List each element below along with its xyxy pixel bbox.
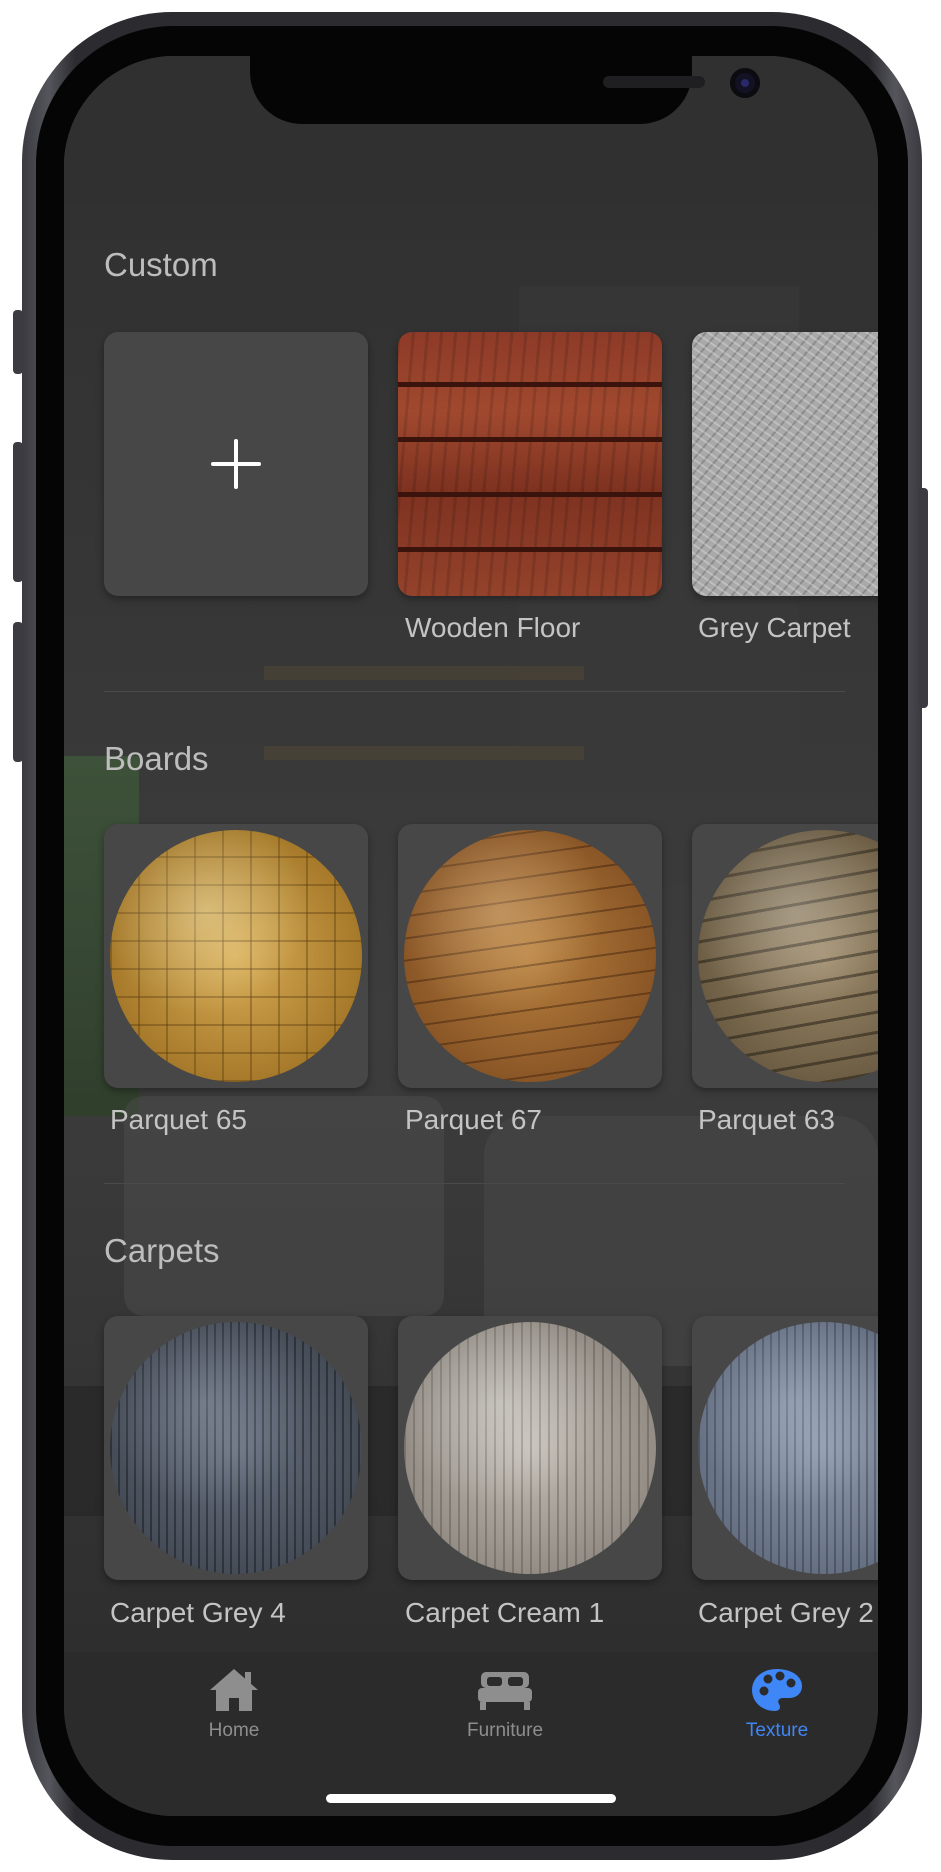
section-divider <box>104 1183 845 1184</box>
tab-label-texture: Texture <box>745 1720 809 1741</box>
texture-label: Wooden Floor <box>405 612 581 643</box>
texture-tile-carpet-grey-2[interactable] <box>692 1316 878 1580</box>
power-button <box>918 488 928 708</box>
texture-label: Carpet Grey 2 <box>698 1597 874 1628</box>
texture-label: Parquet 63 <box>698 1104 835 1135</box>
volume-up-button <box>13 442 23 582</box>
texture-tile-parquet-63[interactable] <box>692 824 878 1088</box>
volume-down-button <box>13 622 23 762</box>
house-icon <box>210 1669 258 1711</box>
texture-label: Carpet Cream 1 <box>405 1597 605 1628</box>
notch <box>250 56 760 124</box>
bed-icon <box>478 1672 532 1710</box>
tab-label-home: Home <box>208 1720 260 1741</box>
texture-tile-parquet-65[interactable] <box>104 824 368 1088</box>
texture-label: Parquet 65 <box>110 1104 247 1135</box>
material-sphere-preview <box>404 830 656 1082</box>
palette-icon <box>752 1669 802 1711</box>
section-title-custom: Custom <box>104 246 218 283</box>
material-sphere-preview <box>110 830 362 1082</box>
texture-tile-carpet-grey-4[interactable] <box>104 1316 368 1580</box>
texture-label: Carpet Grey 4 <box>110 1597 286 1628</box>
add-texture-button[interactable] <box>104 332 368 596</box>
tab-bar: Home Furniture Texture <box>64 1652 878 1816</box>
material-sphere-preview <box>110 1322 362 1574</box>
texture-tile-grey-carpet[interactable] <box>692 332 878 596</box>
section-title-boards: Boards <box>104 740 209 777</box>
section-title-carpets: Carpets <box>104 1232 220 1269</box>
front-camera <box>730 68 760 98</box>
plus-icon <box>211 439 261 489</box>
app-screen: Custom Wooden Floor Grey Carpet Boards P… <box>64 56 878 1816</box>
texture-label: Parquet 67 <box>405 1104 542 1135</box>
material-sphere-preview <box>404 1322 656 1574</box>
section-divider <box>104 691 845 692</box>
earpiece-speaker <box>603 76 705 88</box>
texture-label: Grey Carpet <box>698 612 851 643</box>
texture-tile-carpet-cream-1[interactable] <box>398 1316 662 1580</box>
texture-tile-parquet-67[interactable] <box>398 824 662 1088</box>
texture-tile-wooden-floor[interactable] <box>398 332 662 596</box>
mute-switch <box>13 310 23 374</box>
tab-home[interactable]: Home <box>134 1666 334 1756</box>
material-sphere-preview <box>698 830 878 1082</box>
home-indicator[interactable] <box>326 1794 616 1803</box>
material-sphere-preview <box>698 1322 878 1574</box>
tab-texture[interactable]: Texture <box>677 1666 877 1756</box>
tab-furniture[interactable]: Furniture <box>405 1666 605 1756</box>
tab-label-furniture: Furniture <box>466 1720 544 1741</box>
